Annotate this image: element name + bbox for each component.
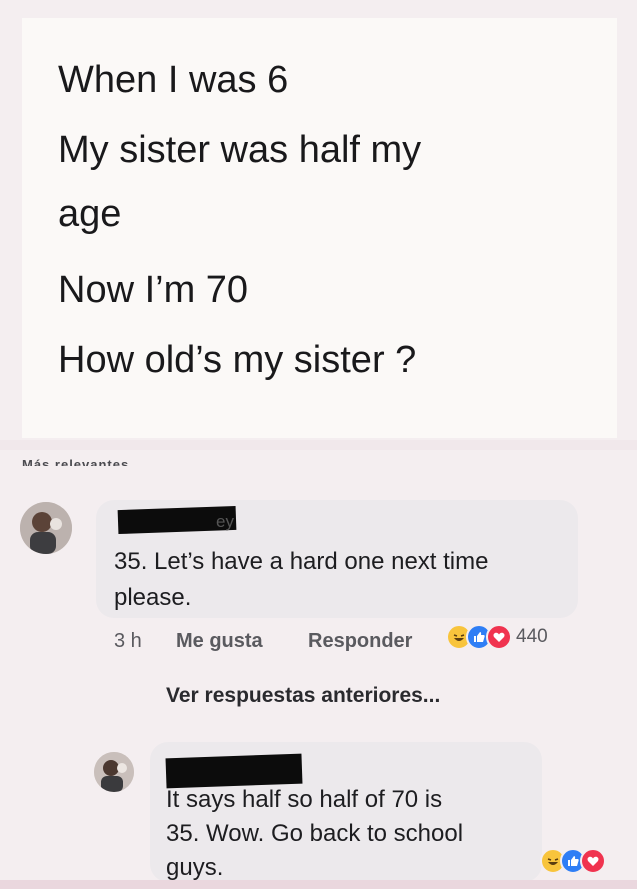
avatar-photo-icon (20, 502, 72, 554)
comment-filter-label[interactable]: Más relevantes (22, 456, 129, 466)
avatar[interactable] (20, 502, 72, 554)
love-reaction-icon (580, 848, 606, 874)
reaction-count: 440 (516, 626, 548, 647)
post-line-4: Now I’m 70 (58, 269, 249, 311)
like-button[interactable]: Me gusta (176, 630, 263, 653)
avatar-photo-icon (94, 752, 134, 792)
post-line-5: How old’s my sister ? (58, 339, 417, 381)
reaction-summary[interactable]: 440 (446, 624, 548, 650)
author-name-fragment: ey (216, 512, 234, 531)
love-reaction-icon (486, 624, 512, 650)
comment-text-line-2: please. (114, 584, 192, 611)
section-divider (0, 440, 637, 450)
reaction-summary[interactable] (540, 848, 606, 874)
reply-button[interactable]: Responder (308, 630, 412, 653)
comment-time[interactable]: 3 h (114, 630, 142, 653)
post-image-card: When I was 6 My sister was half my age N… (22, 18, 617, 438)
post-line-2: My sister was half my (58, 129, 422, 171)
bottom-edge (0, 880, 637, 889)
comment-text-line-1: It says half so half of 70 is (166, 786, 443, 813)
view-previous-replies-link[interactable]: Ver respuestas anteriores... (166, 684, 440, 708)
post-line-1: When I was 6 (58, 59, 289, 101)
comment-text-line-1: 35. Let’s have a hard one next time (114, 548, 489, 575)
comment-text-line-2: 35. Wow. Go back to school (166, 820, 464, 847)
post-line-3: age (58, 193, 122, 235)
avatar[interactable] (94, 752, 134, 792)
